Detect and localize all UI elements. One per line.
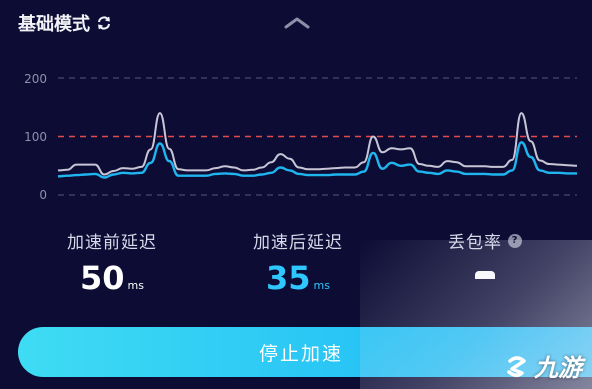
mode-selector[interactable]: 基础模式 <box>18 10 112 36</box>
help-icon[interactable]: ? <box>508 233 522 248</box>
latency-before-number: 50 <box>80 259 125 297</box>
packet-loss-value <box>475 271 495 279</box>
latency-after: 加速后延迟 35 ms <box>244 228 352 305</box>
latency-chart: 200 100 0 <box>24 72 578 202</box>
latency-before-value: 50 ms <box>60 259 164 305</box>
latency-before-label: 加速前延迟 <box>67 233 157 253</box>
stop-acceleration-button[interactable]: 停止加速 <box>18 327 592 377</box>
latency-after-unit: ms <box>313 279 330 292</box>
latency-after-value: 35 ms <box>244 259 352 305</box>
series-line-after <box>57 141 577 179</box>
packet-loss: 丢包率 ? <box>440 228 530 279</box>
packet-loss-label: 丢包率 <box>448 233 502 253</box>
sync-icon[interactable] <box>96 15 112 31</box>
y-tick-label: 100 <box>24 130 47 144</box>
chevron-up-icon[interactable] <box>282 14 312 30</box>
y-tick-label: 200 <box>24 72 47 86</box>
latency-before-unit: ms <box>127 279 144 292</box>
latency-after-number: 35 <box>266 259 311 297</box>
series-line-before <box>57 112 578 176</box>
y-tick-label: 0 <box>39 188 47 202</box>
latency-before: 加速前延迟 50 ms <box>60 228 164 305</box>
mode-label: 基础模式 <box>18 14 90 35</box>
latency-after-label: 加速后延迟 <box>253 233 343 253</box>
